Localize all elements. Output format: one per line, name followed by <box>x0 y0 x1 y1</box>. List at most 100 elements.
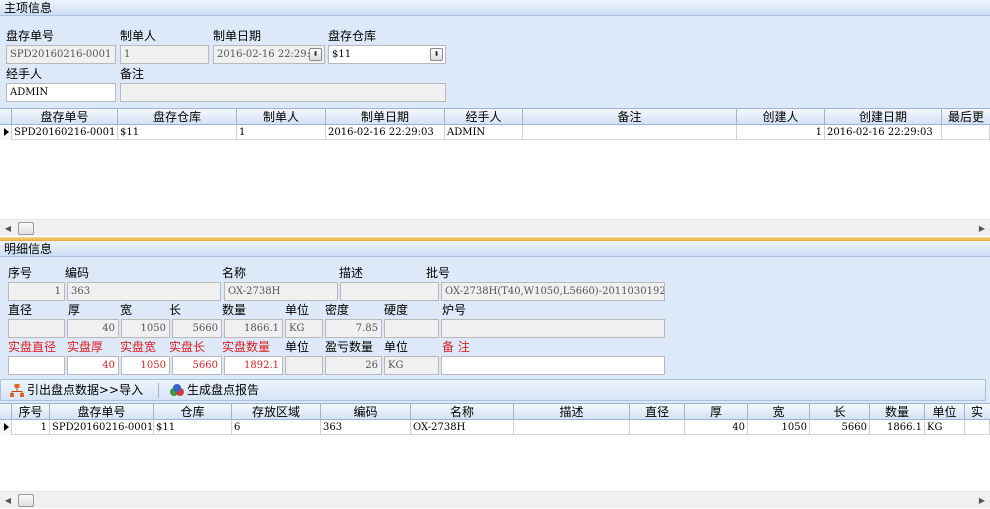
dropdown-arrow-icon[interactable]: ⬍ <box>309 48 322 61</box>
scroll-left-icon[interactable]: ◀ <box>0 220 16 237</box>
dropdown-arrow-icon[interactable]: ⬍ <box>430 48 443 61</box>
master-panel: 主项信息 盘存单号 制单人 制单日期 盘存仓库 SPD20160216-0001… <box>0 0 990 108</box>
qty-field[interactable]: 1866.1 <box>224 319 283 338</box>
warehouse-select[interactable]: $11 ⬍ <box>328 45 446 64</box>
col-storage-area[interactable]: 存放区域 <box>232 404 321 420</box>
actual-qty-field[interactable]: 1892.1 <box>224 356 283 375</box>
scroll-right-icon[interactable]: ▶ <box>974 220 990 237</box>
col-creator[interactable]: 制单人 <box>237 109 326 125</box>
scroll-thumb[interactable] <box>18 494 34 507</box>
cell-last-modified <box>942 125 990 140</box>
cell-created-by: 1 <box>737 125 825 140</box>
detail-grid-header: 序号 盘存单号 仓库 存放区域 编码 名称 描述 直径 厚 宽 长 数量 单位 … <box>0 404 990 420</box>
col-qty[interactable]: 数量 <box>870 404 925 420</box>
col-unit[interactable]: 单位 <box>925 404 965 420</box>
order-no-field[interactable]: SPD20160216-0001 <box>6 45 116 64</box>
code-label: 编码 <box>65 266 90 280</box>
actual-thickness-label: 实盘厚 <box>67 340 104 354</box>
diff-unit-field[interactable]: KG <box>384 356 439 375</box>
col-name[interactable]: 名称 <box>411 404 514 420</box>
desc-field[interactable] <box>340 282 439 301</box>
col-created-by[interactable]: 创建人 <box>737 109 825 125</box>
remark-field[interactable] <box>120 83 446 102</box>
detail-horizontal-scrollbar[interactable]: ◀ ▶ <box>0 491 990 508</box>
hardness-label: 硬度 <box>384 303 409 317</box>
handler-field[interactable]: ADMIN <box>6 83 116 102</box>
width-field[interactable]: 1050 <box>121 319 170 338</box>
detail-grid: 序号 盘存单号 仓库 存放区域 编码 名称 描述 直径 厚 宽 长 数量 单位 … <box>0 403 990 509</box>
col-last-modified[interactable]: 最后更 <box>942 109 990 125</box>
report-icon <box>170 384 184 396</box>
actual-remark-field[interactable] <box>441 356 665 375</box>
cell-name: OX-2738H <box>411 420 514 435</box>
length-field[interactable]: 5660 <box>172 319 222 338</box>
qty-label: 数量 <box>222 303 247 317</box>
code-field[interactable]: 363 <box>67 282 221 301</box>
date-label: 制单日期 <box>213 29 262 43</box>
col-length[interactable]: 长 <box>810 404 870 420</box>
cell-order-no: SPD20160216-0001 <box>12 125 118 140</box>
actual-diameter-field[interactable] <box>8 356 65 375</box>
col-width[interactable]: 宽 <box>748 404 810 420</box>
col-thickness[interactable]: 厚 <box>685 404 748 420</box>
row-pointer-icon <box>0 125 12 140</box>
diff-qty-field[interactable]: 26 <box>325 356 382 375</box>
detail-section-title: 明细信息 <box>0 241 990 257</box>
master-grid-header: 盘存单号 盘存仓库 制单人 制单日期 经手人 备注 创建人 创建日期 最后更 <box>0 109 990 125</box>
warehouse-value: $11 <box>332 49 352 60</box>
creator-field[interactable]: 1 <box>120 45 209 64</box>
date-picker[interactable]: 2016-02-16 22:29:03 ⬍ <box>213 45 325 64</box>
master-horizontal-scrollbar[interactable]: ◀ ▶ <box>0 219 990 236</box>
col-handler[interactable]: 经手人 <box>445 109 523 125</box>
name-field[interactable]: OX-2738H <box>224 282 338 301</box>
thickness-field[interactable]: 40 <box>67 319 119 338</box>
table-row[interactable]: SPD20160216-0001 $11 1 2016-02-16 22:29:… <box>0 125 990 140</box>
scroll-left-icon[interactable]: ◀ <box>0 492 16 509</box>
col-diameter[interactable]: 直径 <box>630 404 685 420</box>
seq-field[interactable]: 1 <box>8 282 65 301</box>
name-label: 名称 <box>222 266 247 280</box>
detail-toolbar: 引出盘点数据>>导入 生成盘点报告 <box>0 379 986 401</box>
col-date[interactable]: 制单日期 <box>326 109 445 125</box>
hardness-field[interactable] <box>384 319 439 338</box>
generate-report-label: 生成盘点报告 <box>187 383 260 397</box>
cell-diameter <box>630 420 685 435</box>
col-actual[interactable]: 实 <box>965 404 990 420</box>
master-grid: 盘存单号 盘存仓库 制单人 制单日期 经手人 备注 创建人 创建日期 最后更 S… <box>0 108 990 237</box>
col-code[interactable]: 编码 <box>321 404 411 420</box>
thickness-label: 厚 <box>68 303 81 317</box>
actual-thickness-field[interactable]: 40 <box>67 356 119 375</box>
scroll-thumb[interactable] <box>18 222 34 235</box>
table-row[interactable]: 1 SPD20160216-0001 $11 6 363 OX-2738H 40… <box>0 420 990 435</box>
scroll-right-icon[interactable]: ▶ <box>974 492 990 509</box>
diameter-field[interactable] <box>8 319 65 338</box>
row-indicator-header <box>0 404 12 420</box>
cell-remark <box>523 125 737 140</box>
batch-field[interactable]: OX-2738H(T40,W1050,L5660)-2011030192 <box>441 282 665 301</box>
actual-length-field[interactable]: 5660 <box>172 356 222 375</box>
col-created-date[interactable]: 创建日期 <box>825 109 942 125</box>
batch-label: 批号 <box>426 266 451 280</box>
import-data-label: 引出盘点数据>>导入 <box>27 383 144 397</box>
unit-field[interactable]: KG <box>285 319 323 338</box>
cell-handler: ADMIN <box>445 125 523 140</box>
col-desc[interactable]: 描述 <box>514 404 630 420</box>
import-data-button[interactable]: 引出盘点数据>>导入 <box>7 382 143 399</box>
col-seq[interactable]: 序号 <box>12 404 50 420</box>
actual-unit-field[interactable] <box>285 356 323 375</box>
col-order-no[interactable]: 盘存单号 <box>12 109 118 125</box>
toolbar-separator <box>158 383 159 398</box>
col-warehouse[interactable]: 盘存仓库 <box>118 109 237 125</box>
density-field[interactable]: 7.85 <box>325 319 382 338</box>
actual-width-label: 实盘宽 <box>120 340 157 354</box>
furnace-field[interactable] <box>441 319 665 338</box>
actual-width-field[interactable]: 1050 <box>121 356 170 375</box>
cell-date: 2016-02-16 22:29:03 <box>326 125 445 140</box>
date-value: 2016-02-16 22:29:03 <box>217 49 323 60</box>
seq-label: 序号 <box>8 266 33 280</box>
col-remark[interactable]: 备注 <box>523 109 737 125</box>
col-warehouse[interactable]: 仓库 <box>154 404 232 420</box>
actual-unit-label: 单位 <box>285 340 310 354</box>
generate-report-button[interactable]: 生成盘点报告 <box>167 382 259 399</box>
col-order-no[interactable]: 盘存单号 <box>50 404 154 420</box>
